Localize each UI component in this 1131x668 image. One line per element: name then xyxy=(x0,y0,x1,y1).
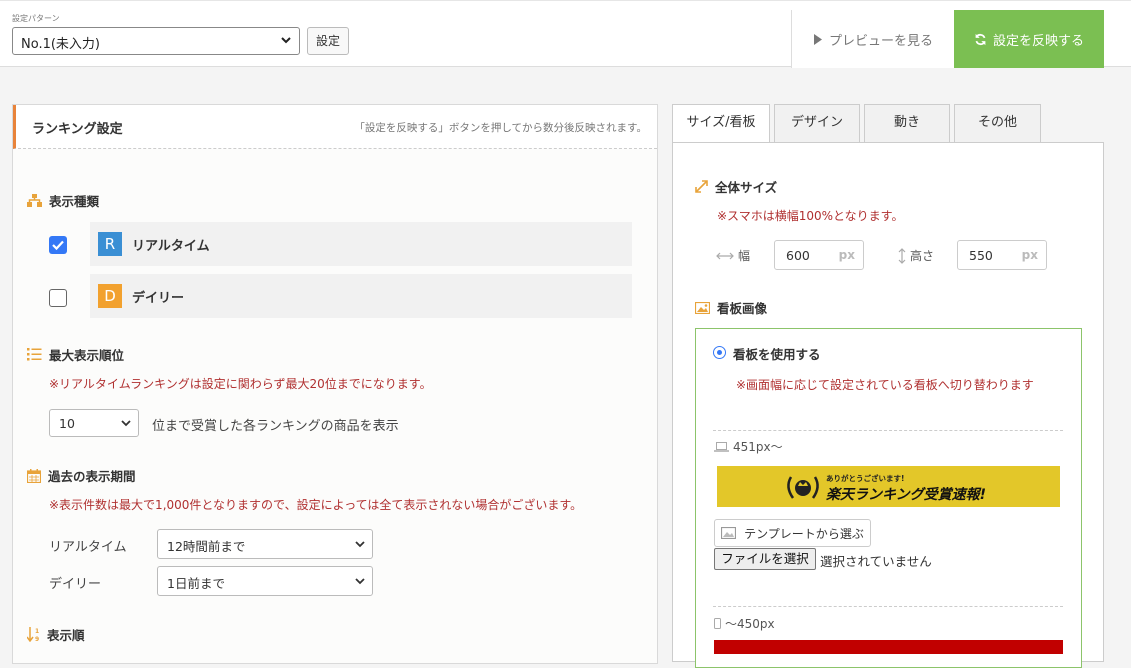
divider xyxy=(713,606,1063,607)
daily-checkbox[interactable] xyxy=(49,289,67,307)
max-rank-select[interactable]: 10 xyxy=(49,409,139,437)
banner-small-text: ありがとうございます! xyxy=(826,474,905,483)
realtime-period-label: リアルタイム xyxy=(49,540,127,555)
chevron-down-icon xyxy=(281,37,291,44)
daily-period-select[interactable]: 1日前まで xyxy=(157,566,373,596)
billboard-title: 看板画像 xyxy=(695,298,767,317)
expand-icon xyxy=(695,180,708,193)
file-status: 選択されていません xyxy=(820,554,932,569)
pattern-select-value: No.1(未入力) xyxy=(21,37,100,52)
height-label: 高さ xyxy=(898,247,934,264)
width-unit: px xyxy=(838,248,855,262)
pattern-label: 設定パターン xyxy=(12,14,60,23)
tab-design[interactable]: デザイン xyxy=(774,104,860,142)
image-icon xyxy=(721,527,737,539)
max-rank-suffix: 位まで受賞した各ランキングの商品を表示 xyxy=(152,419,399,434)
laurel-crown-icon xyxy=(787,476,819,499)
mobile-icon xyxy=(714,618,721,629)
billboard-warning: ※画面幅に応じて設定されている看板へ切り替わります xyxy=(736,378,1034,392)
sort-numeric-icon: 19 xyxy=(27,627,39,642)
realtime-label: リアルタイム xyxy=(132,239,210,254)
display-type-realtime[interactable]: R リアルタイム xyxy=(90,222,632,266)
daily-label: デイリー xyxy=(132,291,185,306)
daily-period-label: デイリー xyxy=(49,577,102,592)
tab-size-billboard[interactable]: サイズ/看板 xyxy=(672,104,770,143)
apply-settings-button[interactable]: 設定を反映する xyxy=(954,10,1104,68)
realtime-checkbox[interactable] xyxy=(49,236,67,254)
tab-motion[interactable]: 動き xyxy=(864,104,950,142)
realtime-period-value: 12時間前まで xyxy=(167,539,246,554)
vertical-arrows-icon xyxy=(898,247,906,264)
max-rank-title: 最大表示順位 xyxy=(27,345,124,364)
order-title: 19 表示順 xyxy=(27,625,85,644)
daily-period-value: 1日前まで xyxy=(167,576,225,591)
preview-button-label: プレビューを見る xyxy=(828,33,933,49)
calendar-icon xyxy=(27,468,41,483)
height-value: 550 xyxy=(969,248,993,263)
laptop-icon xyxy=(714,441,729,452)
apply-settings-label: 設定を反映する xyxy=(992,33,1084,49)
divider xyxy=(713,430,1063,431)
image-icon xyxy=(695,301,710,314)
period-warning: ※表示件数は最大で1,000件となりますので、設定によっては全て表示されない場合… xyxy=(49,498,583,512)
daily-badge-icon: D xyxy=(98,284,122,308)
panel-note: 「設定を反映する」ボタンを押してから数分後反映されます。 xyxy=(354,122,647,134)
panel-header: ランキング設定 「設定を反映する」ボタンを押してから数分後反映されます。 xyxy=(13,105,657,149)
size-warning: ※スマホは横幅100%となります。 xyxy=(717,209,904,223)
pattern-select[interactable]: No.1(未入力) xyxy=(12,27,300,55)
chevron-down-icon xyxy=(355,541,365,548)
top-bar: 設定パターン No.1(未入力) 設定 プレビューを見る 設定を反映する xyxy=(0,0,1131,68)
height-input[interactable]: 550 px xyxy=(957,240,1047,270)
preview-button[interactable]: プレビューを見る xyxy=(791,10,954,68)
chevron-down-icon xyxy=(121,420,131,427)
template-button-label: テンプレートから選ぶ xyxy=(744,526,864,541)
period-title: 過去の表示期間 xyxy=(27,466,136,485)
check-icon xyxy=(52,240,64,251)
chevron-down-icon xyxy=(355,578,365,585)
large-screen-label: 451px〜 xyxy=(714,438,783,455)
sitemap-icon xyxy=(27,194,42,207)
template-select-button[interactable]: テンプレートから選ぶ xyxy=(714,519,871,547)
small-screen-label: 〜450px xyxy=(714,615,775,632)
file-select-button[interactable]: ファイルを選択 xyxy=(714,548,816,570)
width-label: 幅 xyxy=(716,247,750,264)
use-billboard-radio[interactable] xyxy=(713,346,726,359)
overall-size-title: 全体サイズ xyxy=(695,177,777,196)
height-unit: px xyxy=(1021,248,1038,262)
tab-other[interactable]: その他 xyxy=(954,104,1041,142)
panel-title: ランキング設定 xyxy=(32,122,123,137)
billboard-banner-large: ありがとうございます! 楽天ランキング受賞速報! xyxy=(717,466,1060,507)
width-input[interactable]: 600 px xyxy=(774,240,864,270)
realtime-badge-icon: R xyxy=(98,232,122,256)
play-icon xyxy=(813,33,822,45)
realtime-period-select[interactable]: 12時間前まで xyxy=(157,529,373,559)
display-type-daily[interactable]: D デイリー xyxy=(90,274,632,318)
billboard-banner-small xyxy=(714,640,1063,654)
display-type-title: 表示種類 xyxy=(27,191,99,210)
max-rank-value: 10 xyxy=(59,416,75,431)
banner-big-text: 楽天ランキング受賞速報! xyxy=(826,487,986,503)
refresh-icon xyxy=(975,33,986,45)
use-billboard-label: 看板を使用する xyxy=(733,347,821,362)
horizontal-arrows-icon xyxy=(716,252,734,259)
set-button[interactable]: 設定 xyxy=(307,27,349,55)
max-rank-warning: ※リアルタイムランキングは設定に関わらず最大20位までになります。 xyxy=(49,377,432,391)
svg-text:1: 1 xyxy=(35,628,39,635)
width-value: 600 xyxy=(786,248,810,263)
svg-text:9: 9 xyxy=(35,636,39,642)
list-ordered-icon xyxy=(27,348,42,361)
